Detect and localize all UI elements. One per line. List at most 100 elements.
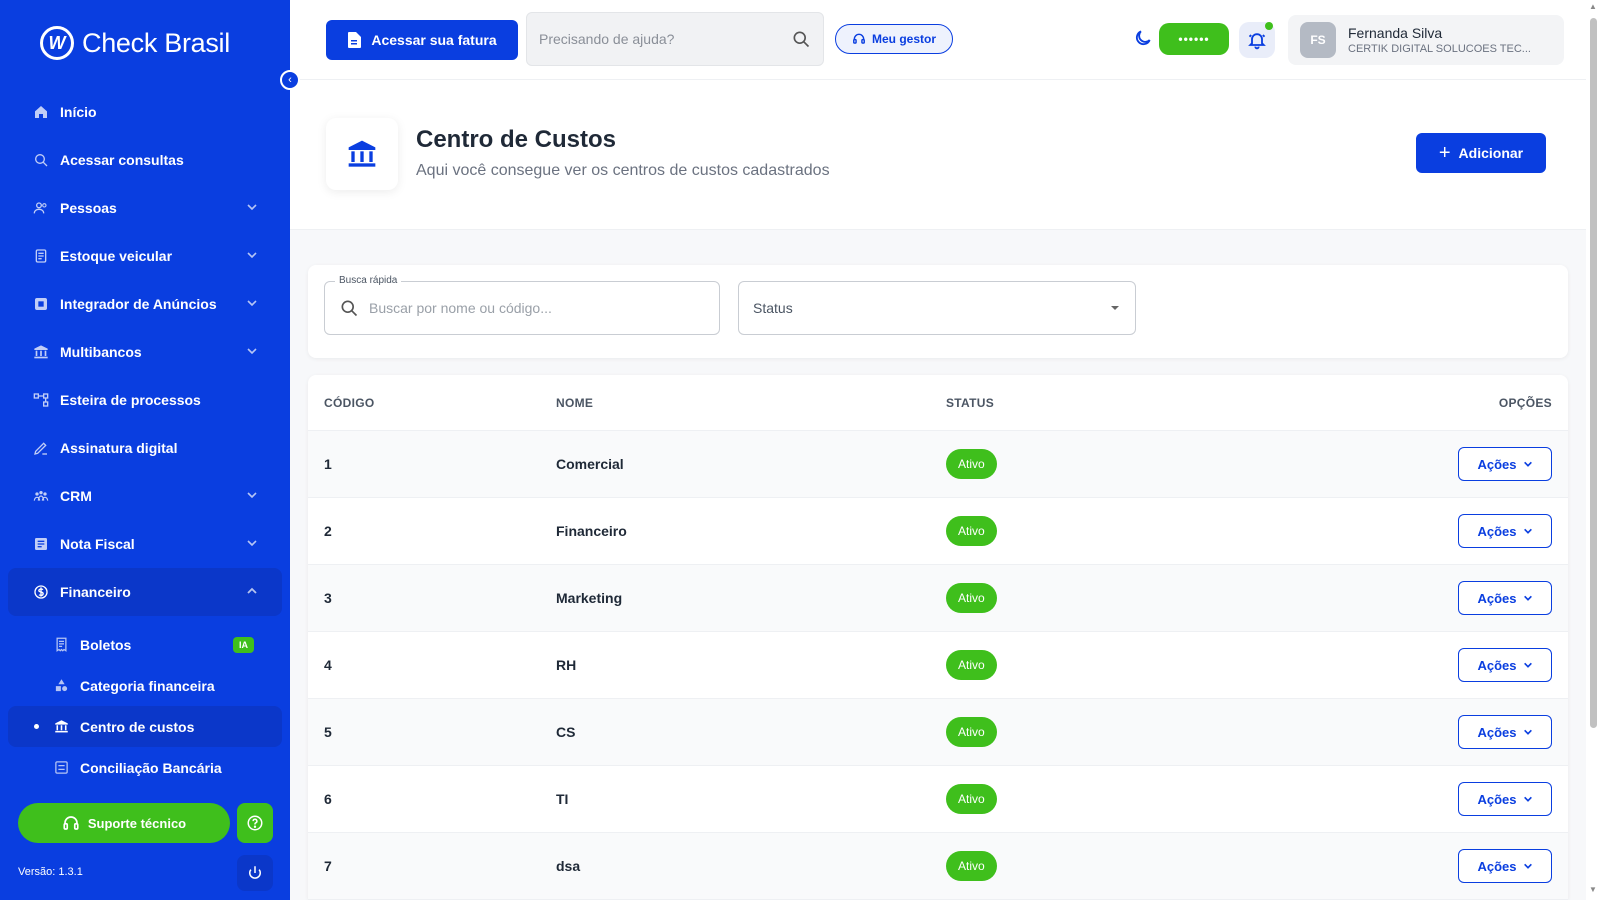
user-company: CERTIK DIGITAL SOLUCOES TEC... — [1348, 43, 1531, 55]
actions-label: Ações — [1477, 590, 1517, 606]
help-search-input[interactable] — [539, 31, 791, 47]
cell-name: Comercial — [556, 456, 624, 472]
sidebar-collapse-button[interactable]: ‹ — [280, 70, 300, 90]
actions-label: Ações — [1477, 523, 1517, 539]
support-label: Suporte técnico — [87, 815, 187, 831]
plus-icon: + — [1438, 142, 1451, 164]
page-header: Centro de Custos Aqui você consegue ver … — [290, 80, 1586, 230]
quick-search-input[interactable] — [369, 300, 705, 316]
actions-button[interactable]: Ações — [1458, 648, 1552, 682]
sidebar-item-nota-fiscal[interactable]: Nota Fiscal — [0, 520, 290, 568]
sidebar-subitem-centro-de-custos[interactable]: Centro de custos — [8, 706, 282, 747]
page-bank-icon — [326, 118, 398, 190]
actions-label: Ações — [1477, 858, 1517, 874]
cell-options: Ações — [1346, 514, 1568, 548]
sidebar-item-label: Esteira de processos — [60, 392, 201, 408]
sidebar-subitem-boletos[interactable]: Boletos IA — [0, 624, 290, 665]
actions-button[interactable]: Ações — [1458, 581, 1552, 615]
check-brasil-logo-icon: W — [40, 26, 74, 60]
actions-button[interactable]: Ações — [1458, 849, 1552, 883]
chevron-down-icon — [247, 540, 257, 547]
header-name[interactable]: NOME — [556, 396, 946, 410]
reconcile-icon — [52, 759, 70, 777]
actions-button[interactable]: Ações — [1458, 715, 1552, 749]
search-icon[interactable] — [791, 29, 811, 49]
chevron-down-icon — [1523, 662, 1532, 668]
chevron-down-icon — [1523, 729, 1532, 735]
cell-code: 2 — [324, 523, 332, 539]
header-status[interactable]: STATUS — [946, 396, 1346, 410]
cell-options: Ações — [1346, 648, 1568, 682]
cell-name: TI — [556, 791, 569, 807]
add-label: Adicionar — [1458, 145, 1524, 161]
brand-logo[interactable]: W Check Brasil — [40, 26, 230, 60]
sidebar-item-estoque-veicular[interactable]: Estoque veicular — [0, 232, 290, 280]
support-button[interactable]: Suporte técnico — [18, 803, 230, 843]
table-header: CÓDIGO NOME STATUS OPÇÕES — [308, 375, 1568, 431]
notifications-button[interactable] — [1239, 22, 1275, 58]
status-badge: Ativo — [946, 583, 997, 613]
chevron-down-icon — [1523, 863, 1532, 869]
actions-button[interactable]: Ações — [1458, 447, 1552, 481]
balance-toggle[interactable]: •••••• — [1159, 23, 1229, 55]
sidebar-item-acessar-consultas[interactable]: Acessar consultas — [0, 136, 290, 184]
document-icon — [348, 32, 362, 48]
header-code[interactable]: CÓDIGO — [308, 396, 556, 410]
sidebar-item-pessoas[interactable]: Pessoas — [0, 184, 290, 232]
brand-name: Check Brasil — [82, 27, 230, 58]
access-invoice-label: Acessar sua fatura — [371, 32, 497, 48]
sidebar-item-label: Multibancos — [60, 344, 142, 360]
chevron-left-icon: ‹ — [288, 74, 292, 86]
sidebar-subitem-categoria-financeira[interactable]: Categoria financeira — [0, 665, 290, 706]
status-select-value: Status — [753, 300, 793, 316]
sidebar-item-multibancos[interactable]: Multibancos — [0, 328, 290, 376]
status-badge: Ativo — [946, 851, 997, 881]
logout-button[interactable] — [237, 855, 273, 891]
bank-icon — [52, 718, 70, 736]
scrollbar-thumb[interactable] — [1590, 18, 1597, 728]
actions-button[interactable]: Ações — [1458, 782, 1552, 816]
status-badge: Ativo — [946, 516, 997, 546]
actions-label: Ações — [1477, 724, 1517, 740]
access-invoice-button[interactable]: Acessar sua fatura — [326, 20, 518, 60]
sidebar-item-inicio[interactable]: Início — [0, 88, 290, 136]
headset-icon — [63, 816, 79, 830]
my-manager-button[interactable]: Meu gestor — [835, 24, 953, 54]
support-agent-icon — [853, 33, 865, 44]
actions-button[interactable]: Ações — [1458, 514, 1552, 548]
cell-options: Ações — [1346, 447, 1568, 481]
status-select[interactable]: Status — [738, 281, 1136, 335]
status-badge: Ativo — [946, 784, 997, 814]
dark-mode-toggle[interactable] — [1133, 28, 1153, 53]
sidebar-subitem-label: Conciliação Bancária — [80, 759, 222, 776]
cell-name: RH — [556, 657, 577, 673]
table-row: 6 TI Ativo Ações — [308, 766, 1568, 833]
sidebar-nav: Início Acessar consultas Pessoas Estoque ve… — [0, 88, 290, 788]
add-button[interactable]: + Adicionar — [1416, 133, 1546, 173]
sidebar-item-label: Acessar consultas — [60, 152, 184, 168]
cell-name: dsa — [556, 858, 581, 874]
my-manager-label: Meu gestor — [871, 32, 936, 46]
cell-name: CS — [556, 724, 576, 740]
car-icon — [32, 247, 50, 265]
power-icon — [249, 866, 261, 879]
sidebar-subitem-conciliacao-bancaria[interactable]: Conciliação Bancária — [0, 747, 290, 788]
page-scrollbar[interactable]: ▲ ▼ — [1586, 0, 1600, 900]
ai-badge: IA — [233, 636, 254, 653]
actions-label: Ações — [1477, 456, 1517, 472]
sidebar-item-label: Estoque veicular — [60, 248, 173, 264]
user-menu[interactable]: FS Fernanda Silva CERTIK DIGITAL SOLUCOE… — [1288, 15, 1564, 65]
sidebar-item-esteira-de-processos[interactable]: Esteira de processos — [0, 376, 290, 424]
sidebar-item-financeiro[interactable]: Financeiro — [8, 568, 282, 616]
sidebar-item-crm[interactable]: CRM — [0, 472, 290, 520]
scroll-down-icon[interactable]: ▼ — [1589, 885, 1597, 894]
sidebar-item-integrador-de-anuncios[interactable]: Integrador de Anúncios — [0, 280, 290, 328]
actions-label: Ações — [1477, 791, 1517, 807]
help-button[interactable] — [237, 803, 273, 843]
cell-options: Ações — [1346, 782, 1568, 816]
scroll-up-icon[interactable]: ▲ — [1589, 2, 1597, 11]
cell-code: 4 — [324, 657, 332, 673]
sidebar-item-assinatura-digital[interactable]: Assinatura digital — [0, 424, 290, 472]
help-search — [526, 12, 824, 66]
chevron-down-icon — [1523, 796, 1532, 802]
